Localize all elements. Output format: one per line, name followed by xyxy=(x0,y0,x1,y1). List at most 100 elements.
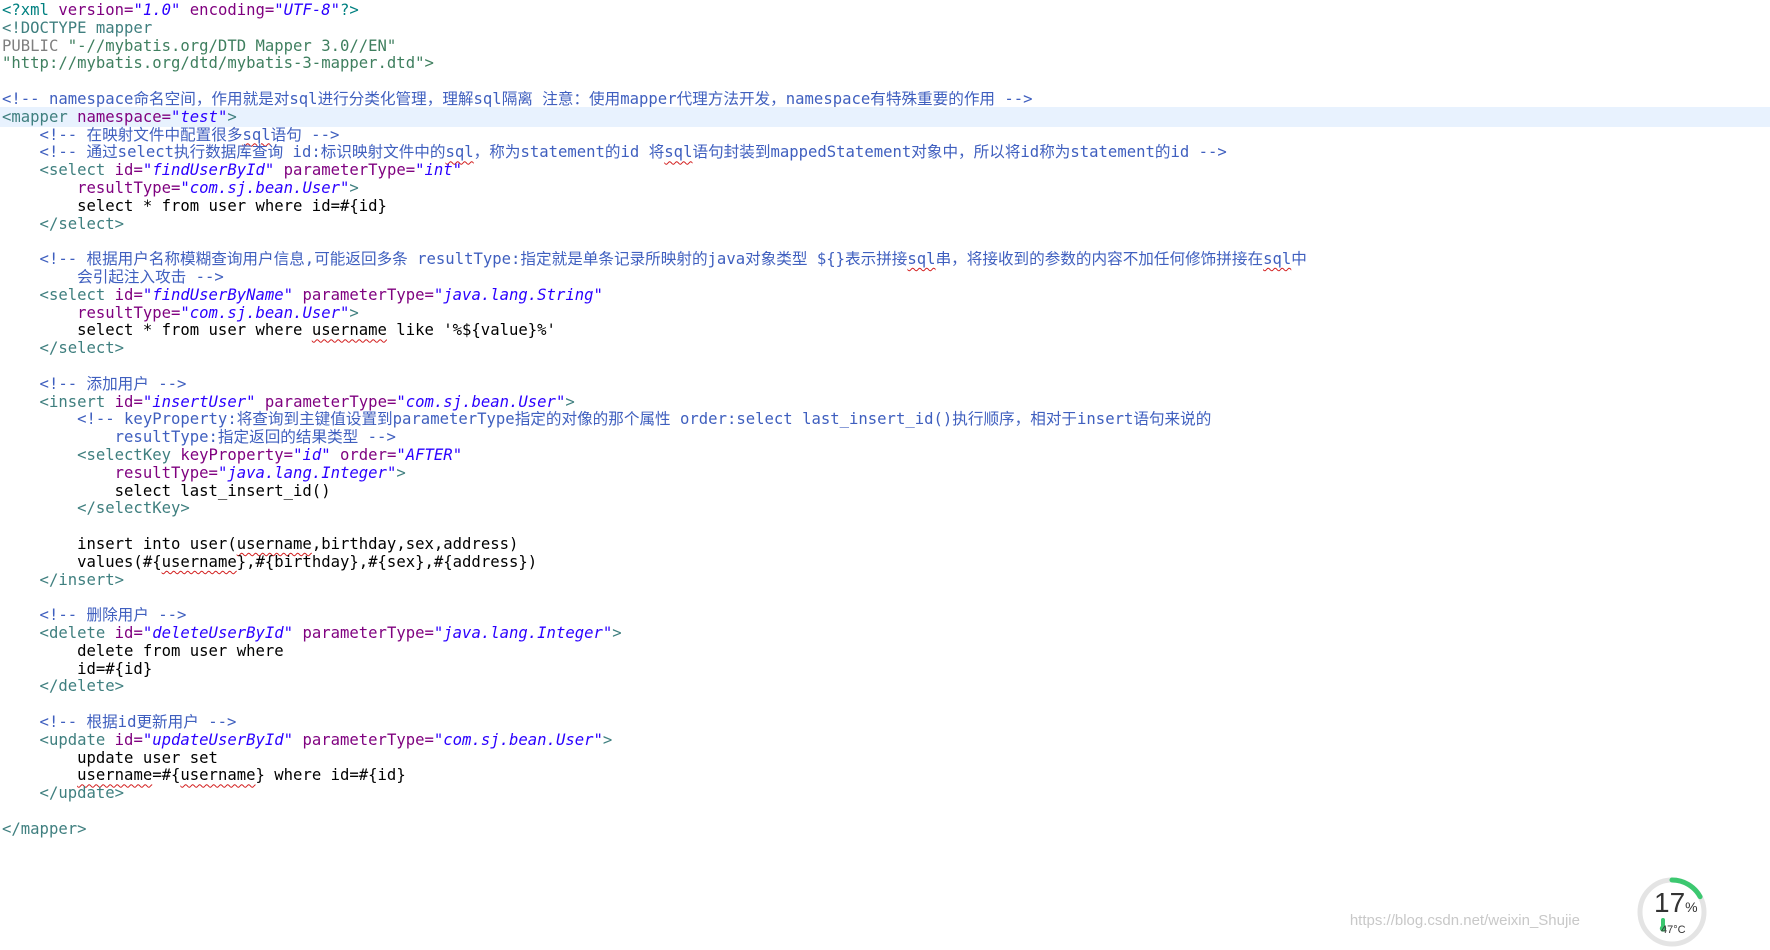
code-token: "deleteUserById" xyxy=(142,624,294,642)
code-token: select * from user where xyxy=(2,321,312,340)
code-token: username xyxy=(161,552,237,571)
code-token: 隔离 注意：使用 xyxy=(501,90,621,108)
code-token: "java.lang.Integer" xyxy=(217,463,397,482)
code-token: 有特殊重要的作用 --> xyxy=(870,90,1033,108)
code-token: resultType:指定返回的结果类型 --> xyxy=(2,428,396,447)
code-token: "findUserByName" xyxy=(142,285,294,304)
code-token: <!-- keyProperty:将查询到主键值设置到parameterType… xyxy=(2,410,1212,429)
code-token: "http://mybatis.org/dtd/mybatis-3-mapper… xyxy=(2,54,434,73)
code-token: encoding= xyxy=(189,1,275,19)
code-token: <mapper xyxy=(2,107,78,126)
code-token: namespace xyxy=(48,90,134,108)
code-token: <!-- 通过select执行数据库查询 id:标识映射文件中的 xyxy=(2,143,446,162)
code-token: "-//mybatis.org/DTD Mapper 3.0//EN" xyxy=(67,36,397,55)
code-token: <!-- 添加用户 --> xyxy=(2,374,187,393)
code-token: },#{birthday},#{sex},#{address}) xyxy=(236,552,538,571)
code-token: 命名空间，作用就是对 xyxy=(133,90,290,108)
code-token: PUBLIC xyxy=(2,36,68,55)
code-token: <!-- 根据用户名称模糊查询用户信息,可能返回多条 resultType:指定… xyxy=(2,250,908,269)
code-token: > xyxy=(227,107,237,126)
code-token: "UTF-8" xyxy=(274,1,341,19)
code-token: username xyxy=(311,321,387,340)
code-token: "int" xyxy=(415,161,463,180)
code-token: "java.lang.String" xyxy=(433,285,603,304)
code-token: "com.sj.bean.User" xyxy=(180,303,350,322)
code-token: ，称为statement的id 将 xyxy=(473,143,665,162)
code-token: <selectKey xyxy=(2,446,181,464)
code-line[interactable]: </insert> xyxy=(2,570,125,590)
code-token: <!DOCTYPE mapper xyxy=(2,18,153,37)
code-token: keyProperty= xyxy=(180,446,294,464)
code-line[interactable]: </select> xyxy=(2,338,125,358)
code-token: <?xml xyxy=(2,1,59,19)
code-token: id=#{id} xyxy=(2,659,153,678)
xml-editor[interactable]: <?xml version="1.0" encoding="UTF-8"?> <!… xyxy=(0,0,1770,939)
code-token: <update xyxy=(2,730,115,749)
code-token: > xyxy=(349,303,359,322)
code-line[interactable]: </selectKey> xyxy=(2,498,190,518)
code-token: ,birthday,sex,address) xyxy=(311,535,519,553)
code-token: parameterType= xyxy=(283,161,416,180)
code-token: parameterType= xyxy=(264,392,397,411)
code-token: 中 xyxy=(1291,250,1307,269)
code-token: update user set xyxy=(2,748,218,767)
code-line[interactable]: "http://mybatis.org/dtd/mybatis-3-mapper… xyxy=(2,53,434,73)
code-line[interactable]: </mapper> xyxy=(2,819,87,839)
code-token: <delete xyxy=(2,624,115,642)
code-token: </selectKey> xyxy=(2,499,190,518)
code-token: mapper xyxy=(620,90,677,108)
code-line[interactable]: </select> xyxy=(2,214,125,234)
code-token: username xyxy=(77,766,153,785)
code-token: username xyxy=(236,535,312,553)
code-token: 会引起注入攻击 --> xyxy=(2,268,224,286)
code-token: id= xyxy=(114,730,143,749)
code-token: <!-- 删除用户 --> xyxy=(2,606,187,625)
code-token: <select xyxy=(2,285,115,304)
code-line[interactable]: </delete> xyxy=(2,676,125,696)
code-token: namespace xyxy=(785,90,871,108)
code-token: 代理方法开发， xyxy=(676,90,786,108)
code-token: parameterType= xyxy=(302,624,434,642)
code-token: "updateUserById" xyxy=(142,730,294,749)
code-token: ?> xyxy=(340,1,359,19)
code-token: 语句 --> xyxy=(270,125,340,144)
code-token: } where id=#{id} xyxy=(255,766,406,785)
code-token: order= xyxy=(340,446,397,464)
code-token: <!-- 在映射文件中配置很多 xyxy=(2,125,243,144)
code-token: sql xyxy=(242,125,271,144)
code-token: username xyxy=(180,766,256,785)
code-token: </delete> xyxy=(2,677,125,696)
code-token: id= xyxy=(114,285,143,304)
code-token: > xyxy=(612,624,622,642)
code-token: parameterType= xyxy=(302,730,434,749)
cpu-percent-value: 17 xyxy=(1654,887,1686,918)
code-token: resultType= xyxy=(77,179,181,197)
code-token: sql xyxy=(289,90,318,108)
code-token: 串，将接收到的参数的内容不加任何修饰拼接在 xyxy=(935,250,1264,269)
code-token: values(#{ xyxy=(2,552,162,571)
code-token: </mapper> xyxy=(2,819,87,838)
code-token: "com.sj.bean.User" xyxy=(396,392,566,411)
cpu-temperature: 47°C xyxy=(1661,924,1686,936)
code-token: </select> xyxy=(2,214,125,233)
code-token: > xyxy=(565,392,575,411)
code-token: sql xyxy=(1263,250,1292,269)
code-token: id= xyxy=(114,161,143,180)
code-token: "id" xyxy=(293,446,331,464)
code-token: id= xyxy=(114,624,143,642)
code-line[interactable]: </update> xyxy=(2,783,125,803)
code-token: 语句封装到mappedStatement对象中，所以将id称为statement… xyxy=(692,143,1227,162)
code-token: "findUserById" xyxy=(142,161,275,180)
code-token: insert into user( xyxy=(2,535,237,553)
watermark: https://blog.csdn.net/weixin_Shujie xyxy=(1349,912,1580,929)
code-token: namespace= xyxy=(77,107,171,126)
code-token: "com.sj.bean.User" xyxy=(433,730,603,749)
